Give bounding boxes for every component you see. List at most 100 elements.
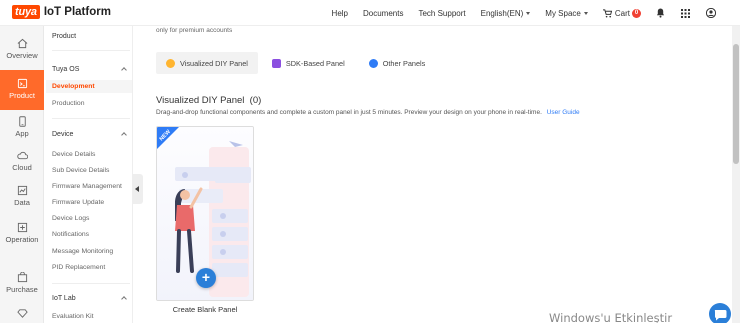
vertical-scrollbar[interactable] <box>732 26 740 323</box>
create-blank-panel-label: Create Blank Panel <box>172 305 238 314</box>
user-avatar-icon <box>706 8 716 18</box>
rail-item-purchase[interactable]: Purchase <box>0 272 44 294</box>
add-panel-button[interactable]: + <box>196 268 216 288</box>
section-count: (0) <box>249 95 262 106</box>
bell-icon <box>656 8 665 18</box>
group-label-tuya-os: Tuya OS <box>52 66 80 73</box>
sidebar-item-production[interactable]: Production <box>52 100 85 107</box>
other-panels-icon <box>368 58 378 68</box>
rail-item-data[interactable]: Data <box>0 185 44 207</box>
grid-icon <box>681 8 690 18</box>
sidebar-item-development[interactable]: Development <box>46 80 132 93</box>
rail-item-operation[interactable]: Operation <box>0 222 44 244</box>
account-button[interactable] <box>706 8 716 18</box>
sidebar-item-device-details[interactable]: Device Details <box>52 151 95 158</box>
rail-item-product[interactable]: Product <box>0 70 44 110</box>
product-icon <box>17 78 27 89</box>
create-blank-panel-card[interactable]: NEW + <box>156 126 254 301</box>
group-label-device: Device <box>52 131 74 138</box>
section-title: Visualized DIY Panel (0) <box>156 95 261 106</box>
tab-visualized-diy-panel[interactable]: Visualized DIY Panel <box>156 52 258 74</box>
home-icon <box>17 38 27 49</box>
tab-label: SDK-Based Panel <box>285 58 345 68</box>
chat-support-button[interactable] <box>709 303 731 323</box>
brand-logo[interactable]: tuya IoT Platform <box>12 5 111 19</box>
sidebar-item-notifications[interactable]: Notifications <box>52 231 89 238</box>
rail-label-cloud: Cloud <box>12 163 32 172</box>
notifications-button[interactable] <box>656 8 666 18</box>
tuya-logo-badge: tuya <box>12 5 40 19</box>
main-content: only for premium accounts Visualized DIY… <box>143 26 732 323</box>
chevron-down-icon <box>583 11 588 15</box>
apps-grid-button[interactable] <box>681 8 691 18</box>
data-icon <box>17 185 27 196</box>
app-icon <box>18 116 26 127</box>
rail-label-data: Data <box>14 198 30 207</box>
cart-label: Cart <box>614 8 630 18</box>
chat-bubble-icon <box>714 310 727 321</box>
operation-icon <box>17 222 27 233</box>
rail-item-app[interactable]: App <box>0 116 44 138</box>
chevron-up-icon <box>121 132 127 138</box>
platform-title: IoT Platform <box>43 6 111 18</box>
sdk-panel-icon <box>271 58 281 68</box>
sidebar-divider <box>52 118 130 119</box>
sidebar-group-device[interactable]: Device <box>52 131 132 138</box>
my-space-menu[interactable]: My Space <box>545 9 588 18</box>
plus-icon: + <box>201 269 211 285</box>
tab-sdk-based-panel[interactable]: SDK-Based Panel <box>262 52 355 74</box>
sidebar-item-firmware-management[interactable]: Firmware Management <box>52 183 122 190</box>
my-space-label: My Space <box>545 8 581 18</box>
sidebar-collapse-toggle[interactable] <box>133 174 143 204</box>
cart-link[interactable]: Cart 0 <box>602 8 641 18</box>
rail-item-overview[interactable]: Overview <box>0 38 44 60</box>
top-bar: tuya IoT Platform Help Documents Tech Su… <box>0 0 740 26</box>
scrollbar-thumb[interactable] <box>733 44 739 164</box>
help-link[interactable]: Help <box>332 9 348 18</box>
cart-count-badge: 0 <box>632 8 641 18</box>
documents-link[interactable]: Documents <box>363 9 403 18</box>
tab-label: Visualized DIY Panel <box>180 58 248 68</box>
panel-type-tabs: Visualized DIY Panel SDK-Based Panel Oth… <box>156 52 439 74</box>
section-title-text: Visualized DIY Panel <box>156 95 245 106</box>
sidebar-item-firmware-update[interactable]: Firmware Update <box>52 199 104 206</box>
windows-activation-watermark: Windows'u Etkinleştir <box>549 311 673 323</box>
sidebar-item-evaluation-kit[interactable]: Evaluation Kit <box>52 313 94 320</box>
tech-support-link[interactable]: Tech Support <box>418 9 465 18</box>
sidebar-divider <box>52 50 130 51</box>
sidebar-item-pid-replacement[interactable]: PID Replacement <box>52 264 105 271</box>
language-select[interactable]: English(EN) <box>481 9 531 18</box>
rail-label-purchase: Purchase <box>6 285 38 294</box>
rail-label-app: App <box>15 129 29 138</box>
diamond-icon <box>16 309 28 318</box>
sidebar-item-sub-device-details[interactable]: Sub Device Details <box>52 167 109 174</box>
cloud-icon <box>16 151 28 160</box>
purchase-icon <box>17 272 27 283</box>
sidebar-item-message-monitoring[interactable]: Message Monitoring <box>52 248 113 255</box>
diy-panel-icon <box>166 58 175 68</box>
top-nav: Help Documents Tech Support English(EN) … <box>317 0 716 26</box>
section-desc-text: Drag-and-drop functional components and … <box>156 109 542 116</box>
rail-label-product: Product <box>9 91 35 100</box>
sidebar-group-iot-lab[interactable]: IoT Lab <box>52 295 132 302</box>
sidebar-item-device-logs[interactable]: Device Logs <box>52 215 89 222</box>
cart-icon <box>602 8 612 17</box>
sidebar-divider <box>52 283 130 284</box>
rail-item-more[interactable] <box>0 308 44 321</box>
rail-item-cloud[interactable]: Cloud <box>0 150 44 172</box>
sidebar-group-tuya-os[interactable]: Tuya OS <box>52 66 132 73</box>
group-label-iot-lab: IoT Lab <box>52 295 76 302</box>
premium-note: only for premium accounts <box>156 27 233 34</box>
user-guide-link[interactable]: User Guide <box>547 109 580 116</box>
sidebar-item-product[interactable]: Product <box>52 33 132 40</box>
chevron-up-icon <box>121 67 127 73</box>
chevron-up-icon <box>121 296 127 302</box>
language-label: English(EN) <box>480 8 524 18</box>
tab-label: Other Panels <box>382 58 426 68</box>
rail-label-overview: Overview <box>6 51 38 60</box>
section-description: Drag-and-drop functional components and … <box>156 109 580 116</box>
secondary-sidebar: Product Tuya OS Development Production D… <box>44 26 133 323</box>
primary-nav-rail: Overview Product App Cloud Data Operatio… <box>0 26 44 323</box>
tab-other-panels[interactable]: Other Panels <box>359 52 436 74</box>
chevron-down-icon <box>526 11 531 15</box>
